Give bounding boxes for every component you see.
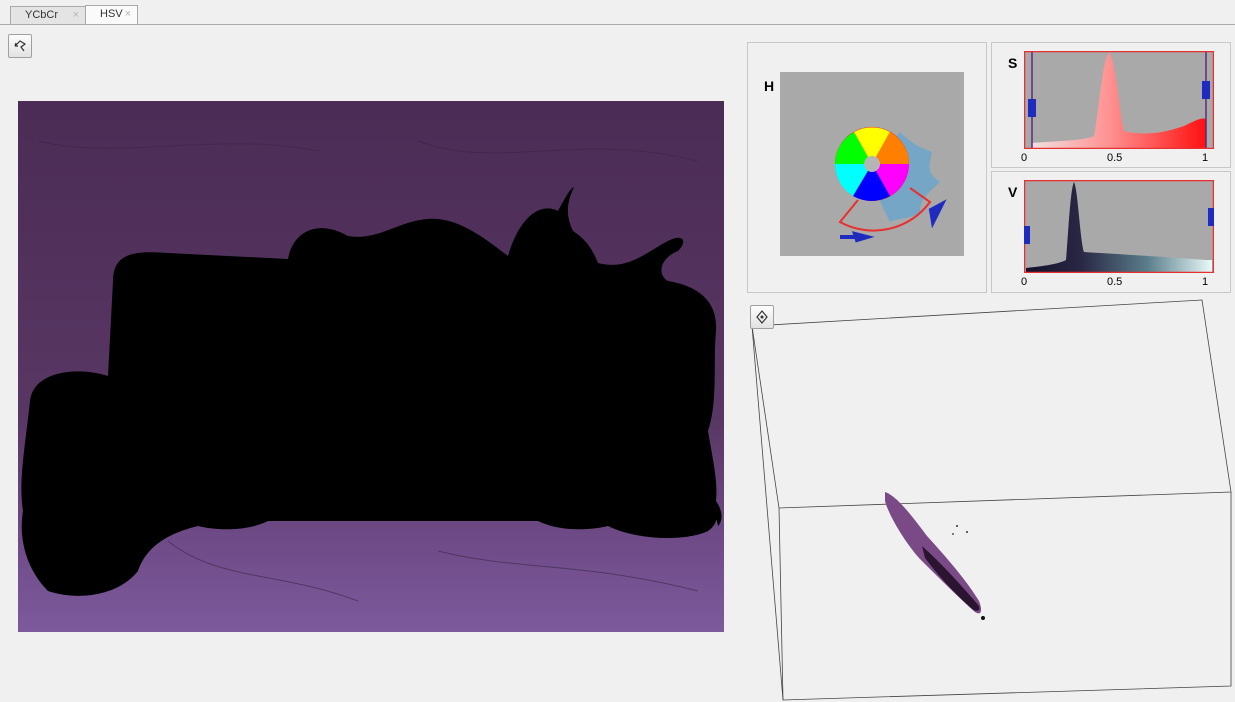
tab-ycbcr-close-icon[interactable]: × bbox=[73, 7, 79, 24]
saturation-tick-0: 0 bbox=[1021, 152, 1028, 164]
hue-panel: H bbox=[747, 42, 987, 293]
value-panel: V 0 0.5 1 bbox=[991, 171, 1231, 293]
hue-label: H bbox=[764, 78, 775, 94]
saturation-label: S bbox=[1008, 55, 1018, 71]
saturation-histogram[interactable] bbox=[1024, 51, 1214, 149]
hue-wheel-plot[interactable] bbox=[780, 72, 964, 256]
saturation-tick-1: 1 bbox=[1202, 152, 1209, 164]
saturation-max-handle[interactable] bbox=[1202, 81, 1210, 99]
value-min-handle[interactable] bbox=[1024, 226, 1030, 244]
masked-image bbox=[18, 101, 724, 632]
value-tick-05: 0.5 bbox=[1107, 276, 1123, 288]
tab-bar: YCbCr × HSV × bbox=[0, 0, 1235, 25]
value-histogram[interactable] bbox=[1024, 180, 1214, 273]
hue-wheel-center bbox=[864, 156, 880, 172]
value-tick-1: 1 bbox=[1202, 276, 1209, 288]
color-space-3d-plot[interactable] bbox=[747, 296, 1235, 702]
tab-ycbcr-label: YCbCr bbox=[25, 9, 59, 21]
value-label: V bbox=[1008, 184, 1018, 200]
rotate-tool-button[interactable] bbox=[8, 34, 32, 58]
saturation-tick-05: 0.5 bbox=[1107, 152, 1123, 164]
tab-hsv[interactable]: HSV × bbox=[85, 5, 138, 24]
rotate-3d-icon bbox=[756, 310, 768, 324]
saturation-min-handle[interactable] bbox=[1028, 99, 1036, 117]
tab-ycbcr[interactable]: YCbCr × bbox=[10, 6, 86, 24]
value-max-handle[interactable] bbox=[1208, 208, 1214, 226]
saturation-panel: S 0 0.5 1 bbox=[991, 42, 1231, 168]
tab-hsv-label: HSV bbox=[100, 8, 123, 20]
rotate-3d-icon bbox=[14, 40, 27, 52]
plot-rotate-tool-button[interactable] bbox=[750, 305, 774, 329]
value-tick-0: 0 bbox=[1021, 276, 1028, 288]
tab-hsv-close-icon[interactable]: × bbox=[125, 6, 131, 23]
